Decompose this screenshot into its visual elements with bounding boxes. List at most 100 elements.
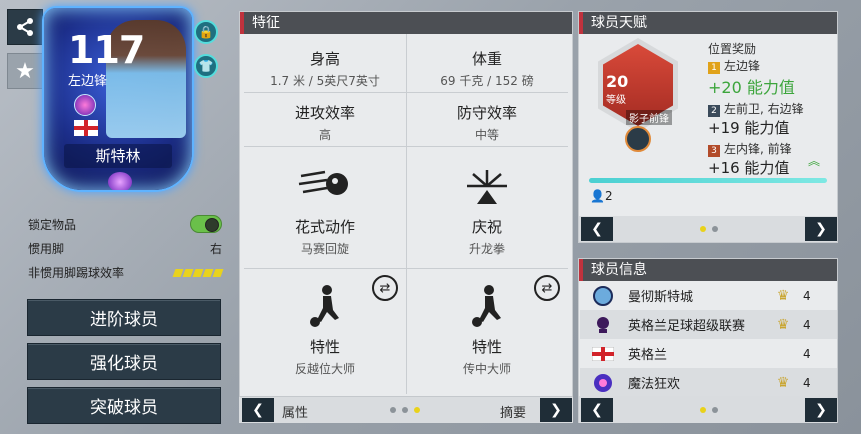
info-row-program[interactable]: 魔法狂欢 ♛ 4 [580,368,837,397]
attack-cell: 进攻效率 高 [244,102,406,143]
player-info-prev-button[interactable]: ❮ [581,398,613,422]
player-card: 117 左边锋 斯特林 [42,6,194,192]
traits-footer-right-label[interactable]: 摘要 [500,402,526,421]
info-row-league[interactable]: 英格兰足球超级联赛 ♛ 4 [580,310,837,339]
share-button[interactable] [7,9,43,45]
page-dot-active [700,226,706,232]
lock-icon[interactable]: 🔒 [194,20,218,44]
talent-level: 20 等级 [606,72,628,106]
page-dot-active [414,407,420,413]
page-dot [712,226,718,232]
breakthrough-player-button[interactable]: 突破球员 [27,387,221,424]
talent-page-dots [700,226,718,232]
skill-move-cell[interactable]: 花式动作 马赛回旋 [244,166,406,257]
program-rating: 4 [803,375,811,390]
crown-icon: ♛ [776,287,790,304]
player-kick-icon [472,285,501,327]
magic-orb-icon [108,172,132,190]
info-row-nation[interactable]: 英格兰 4 [580,339,837,368]
reward-position-line: 2 左前卫, 右边锋 [708,100,832,117]
page-dot-active [700,407,706,413]
league-name: 英格兰足球超级联赛 [628,319,746,334]
shirt-icon[interactable]: 👕 [194,54,218,78]
height-cell: 身高 1.7 米 / 5英尺7英寸 [244,48,406,89]
foot-value: 右 [209,242,222,256]
lock-row: 锁定物品 [28,215,222,233]
nation-rating: 4 [803,346,811,361]
talent-next-button[interactable]: ❯ [805,217,837,241]
england-flag-icon [592,343,614,365]
talent-prev-button[interactable]: ❮ [581,217,613,241]
talent-progress-fill [589,178,827,183]
talent-progress-bar [589,178,827,183]
foot-label: 惯用脚 [28,242,65,256]
reward-rank-badge: 1 [708,62,720,74]
talent-position-icon [625,126,651,152]
weak-foot-star [212,268,224,277]
card-rating: 117 [68,28,145,72]
height-value: 1.7 米 / 5英尺7英寸 [270,74,380,88]
person-icon: 👤 [590,189,605,203]
talent-count-value: 2 [604,189,613,203]
reward-value: +19 能力值 [708,119,790,137]
share-icon [17,18,33,36]
weak-foot-stars [172,268,224,277]
info-row-club[interactable]: 曼彻斯特城 ♛ 4 [580,281,837,310]
reward-position: 左边锋 [724,59,761,73]
position-reward-label: 位置奖励 [708,42,757,56]
lock-toggle[interactable] [190,215,222,233]
traits-page-dots [390,407,420,413]
skill-move-label: 花式动作 [294,218,355,236]
enhance-player-button[interactable]: 强化球员 [27,343,221,380]
star-icon: ★ [15,58,35,84]
trait-1-value: 反越位大师 [294,362,355,376]
magic-program-icon [592,372,614,394]
advance-player-button[interactable]: 进阶球员 [27,299,221,336]
weak-foot-label: 非惯用脚踢球效率 [28,266,125,280]
lock-label: 锁定物品 [28,217,77,232]
crown-icon: ♛ [776,374,790,391]
reward-position: 左前卫, 右边锋 [724,102,804,116]
reward-rank-badge: 2 [708,105,720,117]
card-position: 左边锋 [68,74,108,89]
skill-move-icon [298,170,348,195]
weight-cell: 体重 69 千克 / 152 磅 [406,48,568,89]
program-badge-icon [74,94,96,116]
traits-footer-left-label[interactable]: 属性 [282,402,308,421]
height-label: 身高 [309,50,340,68]
position-reward-item: 1 左边锋 +20 能力值 [708,57,832,98]
attack-value: 高 [318,128,331,142]
talent-count: 👤2 [590,189,613,203]
trait-1-label: 特性 [309,338,340,356]
traits-prev-button[interactable]: ❮ [242,398,274,422]
defense-value: 中等 [474,128,499,142]
trait-2-label: 特性 [471,338,502,356]
nation-name: 英格兰 [628,348,668,363]
page-dot [402,407,408,413]
club-name: 曼彻斯特城 [628,290,694,305]
attack-label: 进攻效率 [294,104,355,122]
weak-foot-row: 非惯用脚踢球效率 [28,264,224,281]
favorite-button[interactable]: ★ [7,53,43,89]
traits-next-button[interactable]: ❯ [540,398,572,422]
traits-divider-3 [244,268,568,269]
reward-position: 左内锋, 前锋 [724,142,792,156]
traits-divider-1 [244,92,568,93]
defense-cell: 防守效率 中等 [406,102,568,143]
trait-2-cell[interactable]: 特性 传中大师 [406,284,568,377]
player-info-page-dots [700,407,718,413]
premier-league-icon [592,314,614,336]
talent-level-number: 20 [606,72,629,91]
card-name: 斯特林 [64,144,172,168]
player-info-title: 球员信息 [579,259,837,281]
crown-icon: ♛ [776,316,790,333]
trait-1-cell[interactable]: 特性 反越位大师 [244,284,406,377]
celebration-cell[interactable]: 庆祝 升龙拳 [406,166,568,257]
talent-skill-name: 影子前锋 [626,110,672,125]
celebration-fireworks-icon [467,170,507,204]
position-reward-item: 2 左前卫, 右边锋 +19 能力值 [708,100,832,138]
player-info-next-button[interactable]: ❯ [805,398,837,422]
trait-2-value: 传中大师 [462,362,511,376]
skill-move-value: 马赛回旋 [300,242,349,256]
talent-level-label: 等级 [606,95,626,106]
